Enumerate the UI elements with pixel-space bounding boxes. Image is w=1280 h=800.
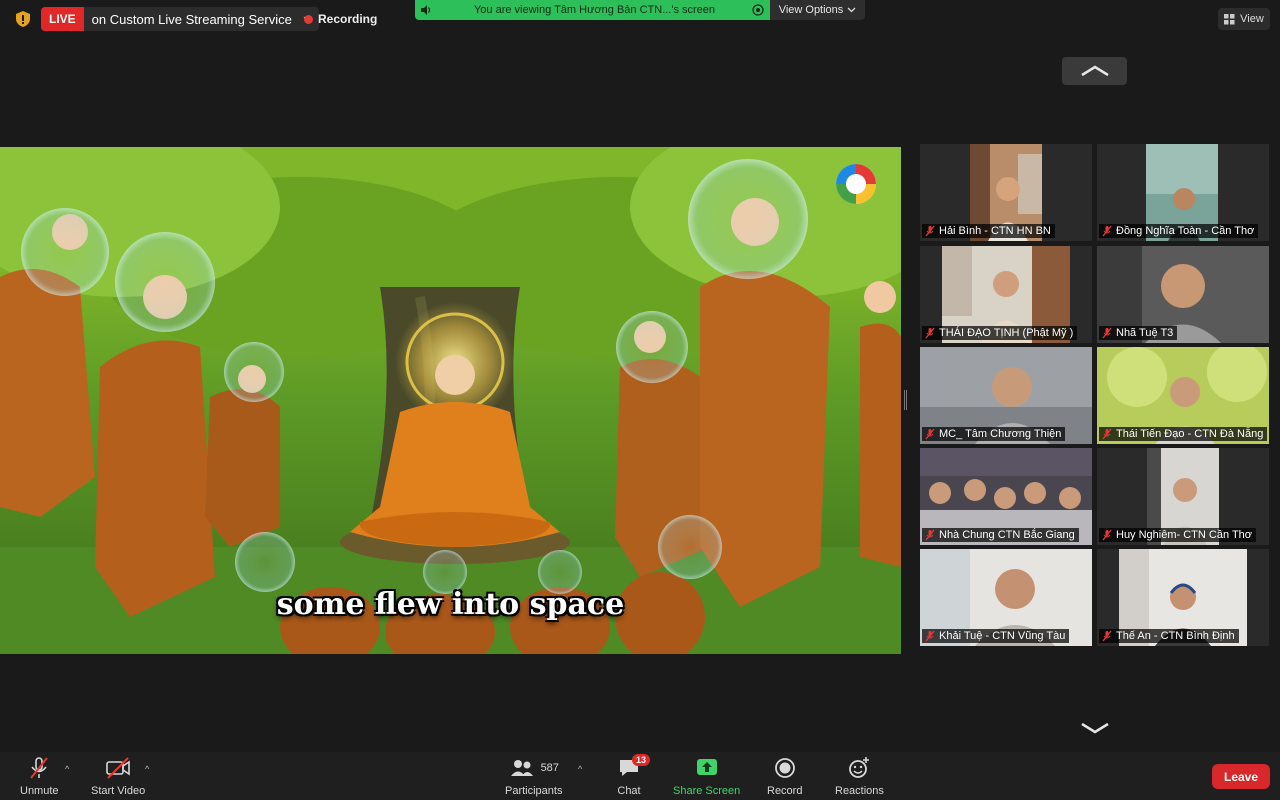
participant-name-tag: MC_ Tâm Chương Thiện — [922, 427, 1066, 441]
participant-name-tag: THÁI ĐẠO TỊNH (Phật Mỹ ) — [922, 326, 1078, 340]
shared-screen-view: some flew into space — [0, 147, 901, 654]
leave-button[interactable]: Leave — [1212, 764, 1270, 789]
participant-name: Hải Bình - CTN HN BN — [939, 225, 1051, 237]
live-service-label: on Custom Live Streaming Service — [91, 11, 292, 27]
chevron-down-icon — [847, 7, 856, 13]
muted-mic-icon — [1102, 428, 1112, 440]
grid-view-icon — [1224, 13, 1235, 24]
record-button[interactable]: Record — [767, 756, 802, 797]
view-label: View — [1240, 13, 1264, 25]
video-subtitle: some flew into space — [276, 587, 625, 622]
participant-name-tag: Nhã Tuệ T3 — [1099, 326, 1178, 340]
participant-name-tag: Hải Bình - CTN HN BN — [922, 224, 1055, 238]
chat-unread-badge: 13 — [632, 754, 651, 766]
muted-mic-icon — [1102, 327, 1112, 339]
live-stream-dropdown[interactable]: LIVE on Custom Live Streaming Service ▼ — [41, 7, 319, 31]
participant-name: Thái Tiến Đạo - CTN Đà Nẵng — [1116, 428, 1264, 440]
start-video-button[interactable]: Start Video — [91, 756, 145, 797]
participant-name: Khải Tuệ - CTN Vũng Tàu — [939, 630, 1066, 642]
participants-icon — [510, 760, 533, 776]
muted-mic-icon — [925, 225, 935, 237]
participant-name: MC_ Tâm Chương Thiện — [939, 428, 1062, 440]
participants-count: 587 — [540, 762, 559, 774]
participant-name: Nhã Tuệ T3 — [1116, 327, 1174, 339]
view-options-button[interactable]: View Options — [770, 0, 865, 20]
participant-tile[interactable]: Thái Tiến Đạo - CTN Đà Nẵng — [1097, 347, 1269, 444]
participants-options-caret[interactable]: ^ — [578, 764, 582, 774]
view-button[interactable]: View — [1218, 8, 1270, 30]
chat-button[interactable]: 13 Chat — [616, 754, 651, 797]
share-screen-label: Share Screen — [673, 785, 741, 797]
participant-tile[interactable]: Nhà Chung CTN Bắc Giang — [920, 448, 1092, 545]
top-bar: LIVE on Custom Live Streaming Service ▼ … — [0, 0, 1280, 38]
view-options-label: View Options — [778, 4, 844, 16]
muted-mic-icon — [925, 428, 935, 440]
record-label: Record — [767, 785, 803, 797]
share-screen-icon — [696, 759, 717, 775]
participants-label: Participants — [505, 785, 563, 797]
viewing-screen-text: You are viewing Tâm Hương Bản CTN...'s s… — [473, 4, 716, 16]
chevron-up-icon — [1080, 65, 1109, 77]
participant-tile[interactable]: Huy Nghiêm- CTN Cần Thơ — [1097, 448, 1269, 545]
participant-name: Thế An - CTN Bình Định — [1116, 630, 1235, 642]
unmute-label: Unmute — [20, 785, 59, 797]
shield-icon[interactable] — [14, 10, 32, 28]
chevron-down-icon — [1080, 722, 1109, 734]
recording-indicator[interactable]: Recording — [304, 12, 377, 26]
muted-mic-icon — [1102, 225, 1112, 237]
record-icon — [774, 758, 795, 778]
channel-logo — [836, 164, 876, 204]
participant-name: Đồng Nghĩa Toàn - Cần Thơ — [1116, 225, 1255, 237]
unmute-button[interactable]: Unmute — [20, 756, 59, 797]
split-divider-handle[interactable] — [904, 390, 907, 410]
gallery-scroll-down-button[interactable] — [1062, 714, 1127, 742]
participant-tile[interactable]: Hải Bình - CTN HN BN — [920, 144, 1092, 241]
participant-name-tag: Thế An - CTN Bình Định — [1099, 629, 1239, 643]
participant-name: THÁI ĐẠO TỊNH (Phật Mỹ ) — [939, 327, 1074, 339]
muted-mic-icon — [925, 529, 935, 541]
participant-tile[interactable]: Khải Tuệ - CTN Vũng Tàu — [920, 549, 1092, 646]
start-video-label: Start Video — [91, 785, 146, 797]
meeting-toolbar: Unmute ^ Start Video ^ 587 Participants … — [0, 752, 1280, 800]
shared-screen-image — [0, 147, 901, 654]
participants-button[interactable]: 587 Participants — [505, 756, 562, 797]
muted-mic-icon — [1102, 529, 1112, 541]
muted-mic-icon — [1102, 630, 1112, 642]
record-dot-icon — [304, 14, 313, 24]
video-options-caret[interactable]: ^ — [145, 764, 149, 774]
share-screen-button[interactable]: Share Screen — [673, 756, 740, 797]
participant-tile[interactable]: THÁI ĐẠO TỊNH (Phật Mỹ ) — [920, 246, 1092, 343]
reactions-button[interactable]: Reactions — [835, 756, 884, 797]
muted-mic-icon — [30, 757, 49, 779]
participant-name: Nhà Chung CTN Bắc Giang — [939, 529, 1075, 541]
muted-mic-icon — [925, 630, 935, 642]
participant-name-tag: Huy Nghiêm- CTN Cần Thơ — [1099, 528, 1256, 542]
screen-share-indicator-icon — [752, 4, 764, 16]
chat-label: Chat — [617, 785, 641, 797]
speaker-icon — [415, 0, 437, 20]
reactions-icon — [849, 757, 870, 778]
participant-name-tag: Thái Tiến Đạo - CTN Đà Nẵng — [1099, 427, 1267, 441]
participant-name-tag: Nhà Chung CTN Bắc Giang — [922, 528, 1079, 542]
participant-tile[interactable]: Thế An - CTN Bình Định — [1097, 549, 1269, 646]
participant-name: Huy Nghiêm- CTN Cần Thơ — [1116, 529, 1252, 541]
live-badge: LIVE — [41, 7, 84, 31]
participant-tile[interactable]: Đồng Nghĩa Toàn - Cần Thơ — [1097, 144, 1269, 241]
gallery-scroll-up-button[interactable] — [1062, 57, 1127, 85]
recording-label: Recording — [318, 12, 378, 26]
participant-name-tag: Khải Tuệ - CTN Vũng Tàu — [922, 629, 1070, 643]
participant-name-tag: Đồng Nghĩa Toàn - Cần Thơ — [1099, 224, 1259, 238]
viewing-screen-banner: You are viewing Tâm Hương Bản CTN...'s s… — [415, 0, 770, 20]
participant-tile-active-speaker[interactable]: MC_ Tâm Chương Thiện — [920, 347, 1092, 444]
participant-tile[interactable]: Nhã Tuệ T3 — [1097, 246, 1269, 343]
audio-options-caret[interactable]: ^ — [65, 764, 69, 774]
muted-mic-icon — [925, 327, 935, 339]
reactions-label: Reactions — [835, 785, 884, 797]
video-off-icon — [106, 757, 130, 779]
